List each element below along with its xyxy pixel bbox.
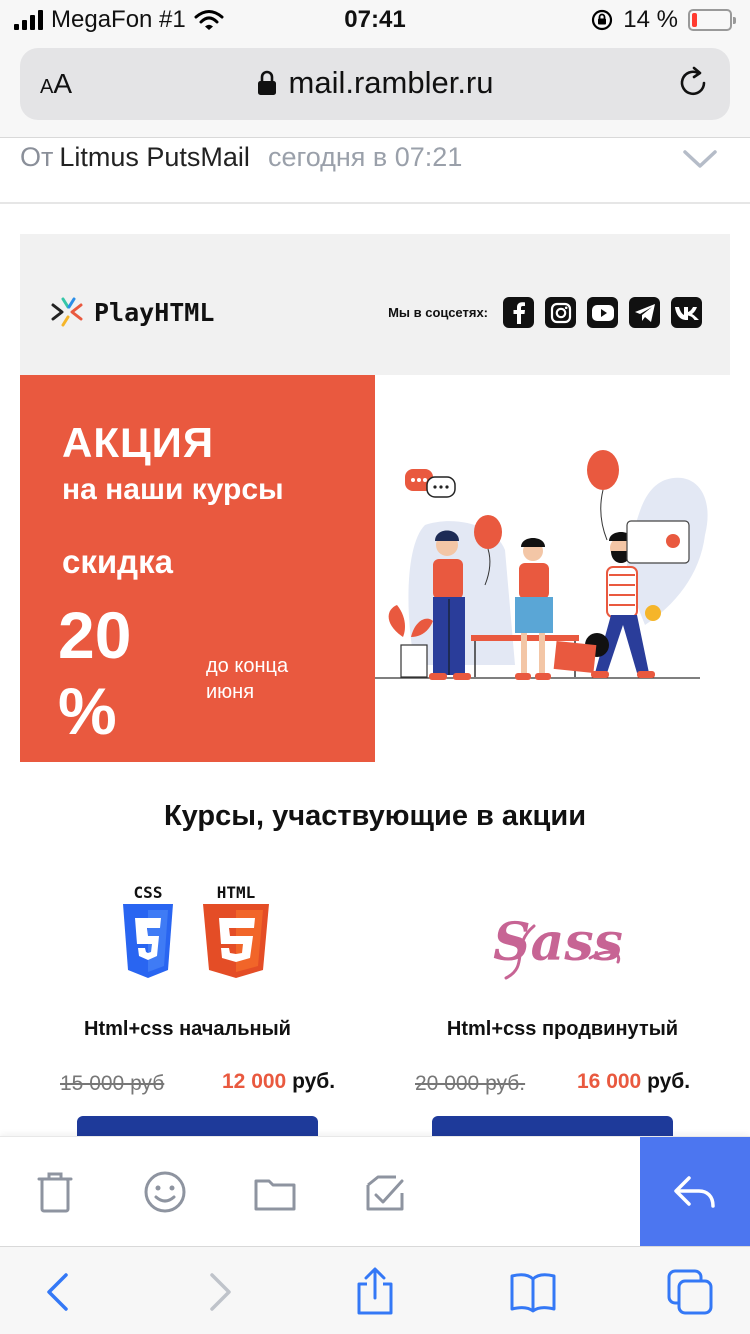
promo-deadline: до конца июня	[206, 653, 288, 705]
url-text: mail.rambler.ru	[288, 65, 494, 100]
address-bar[interactable]: AA mail.rambler.ru	[20, 48, 730, 120]
brand-name: PlayHTML	[94, 297, 215, 327]
discount-label: скидка	[62, 543, 173, 580]
message-date: сегодня в 07:21	[267, 142, 463, 172]
rotation-lock-icon	[592, 9, 613, 31]
tabs-icon[interactable]	[665, 1267, 715, 1317]
promo-banner[interactable]: АКЦИЯ на наши курсы скидка 20 % до конца…	[20, 375, 375, 762]
people-with-balloons-illustration	[375, 450, 708, 680]
bookmarks-icon[interactable]	[508, 1267, 558, 1317]
logo-mark-icon	[51, 297, 83, 327]
message-header[interactable]: От Litmus PutsMail сегодня в 07:21	[0, 138, 750, 204]
battery-percent: 14 %	[623, 6, 678, 33]
promo-subtitle: на наши курсы	[62, 473, 284, 506]
price-currency: руб.	[292, 1070, 336, 1093]
chevron-down-icon[interactable]	[682, 146, 718, 172]
course-name: Html+css продвинутый	[446, 1018, 679, 1040]
youtube-icon[interactable]	[587, 297, 618, 328]
discount-unit: %	[58, 674, 117, 748]
reply-icon	[674, 1176, 715, 1208]
sass-logo-label: Sass	[493, 912, 623, 973]
trash-icon[interactable]	[30, 1167, 80, 1217]
price-currency: руб.	[647, 1070, 691, 1093]
url-display[interactable]: mail.rambler.ru	[20, 65, 730, 101]
from-label: От	[20, 142, 54, 172]
courses-title: Курсы, участвующие в акции	[163, 800, 587, 832]
browser-header: AA mail.rambler.ru	[0, 40, 750, 138]
facebook-icon[interactable]	[503, 297, 534, 328]
promo-deadline-line1: до конца	[206, 655, 289, 677]
share-icon[interactable]	[350, 1267, 400, 1317]
emoji-icon[interactable]	[140, 1167, 190, 1217]
brand-logo[interactable]: PlayHTML	[50, 296, 214, 328]
course-name: Html+css начальный	[84, 1018, 291, 1040]
sass-logo: Sass	[493, 912, 623, 980]
promo-title: АКЦИЯ	[62, 419, 215, 466]
lock-icon	[257, 70, 276, 95]
old-price: 15 000 руб	[60, 1072, 165, 1095]
new-price: 12 000 руб.	[222, 1070, 335, 1094]
social-links: Мы в соцсетях:	[388, 297, 702, 328]
sender-name[interactable]: Litmus PutsMail	[59, 142, 250, 172]
new-price: 16 000 руб.	[577, 1070, 690, 1094]
course-card-advanced[interactable]: Sass Html+css продвинутый 20 000 руб. 16…	[375, 880, 750, 1156]
status-bar: MegaFon #1 07:41 14 %	[0, 0, 750, 40]
old-price: 20 000 руб.	[415, 1072, 526, 1095]
browser-toolbar	[0, 1246, 750, 1334]
folder-icon[interactable]	[250, 1167, 300, 1217]
from-line: От Litmus PutsMail сегодня в 07:21	[20, 142, 462, 173]
mail-toolbar	[0, 1136, 750, 1247]
battery-icon	[688, 9, 736, 31]
discount-value: 20 %	[58, 597, 131, 749]
promo-deadline-line2: июня	[206, 681, 255, 703]
back-icon[interactable]	[34, 1267, 84, 1317]
promo-illustration	[375, 375, 730, 762]
new-price-value: 16 000	[577, 1070, 642, 1093]
reload-icon[interactable]	[674, 64, 712, 102]
email-header: PlayHTML Мы в соцсетях:	[20, 234, 730, 375]
forward-icon[interactable]	[194, 1267, 244, 1317]
instagram-icon[interactable]	[545, 297, 576, 328]
html-logo-label: HTML	[217, 883, 256, 902]
vk-icon[interactable]	[671, 297, 702, 328]
telegram-icon[interactable]	[629, 297, 660, 328]
status-right: 14 %	[591, 6, 736, 34]
html-css-logo: CSS HTML	[123, 883, 269, 978]
new-price-value: 12 000	[222, 1070, 287, 1093]
reply-button[interactable]	[640, 1137, 750, 1247]
course-card-basic[interactable]: CSS HTML Html+css начальный 15 000 руб 1…	[0, 880, 375, 1156]
checkbox-icon[interactable]	[360, 1167, 410, 1217]
css-logo-label: CSS	[134, 883, 163, 902]
social-label: Мы в соцсетях:	[388, 305, 488, 320]
discount-number: 20	[58, 598, 132, 672]
